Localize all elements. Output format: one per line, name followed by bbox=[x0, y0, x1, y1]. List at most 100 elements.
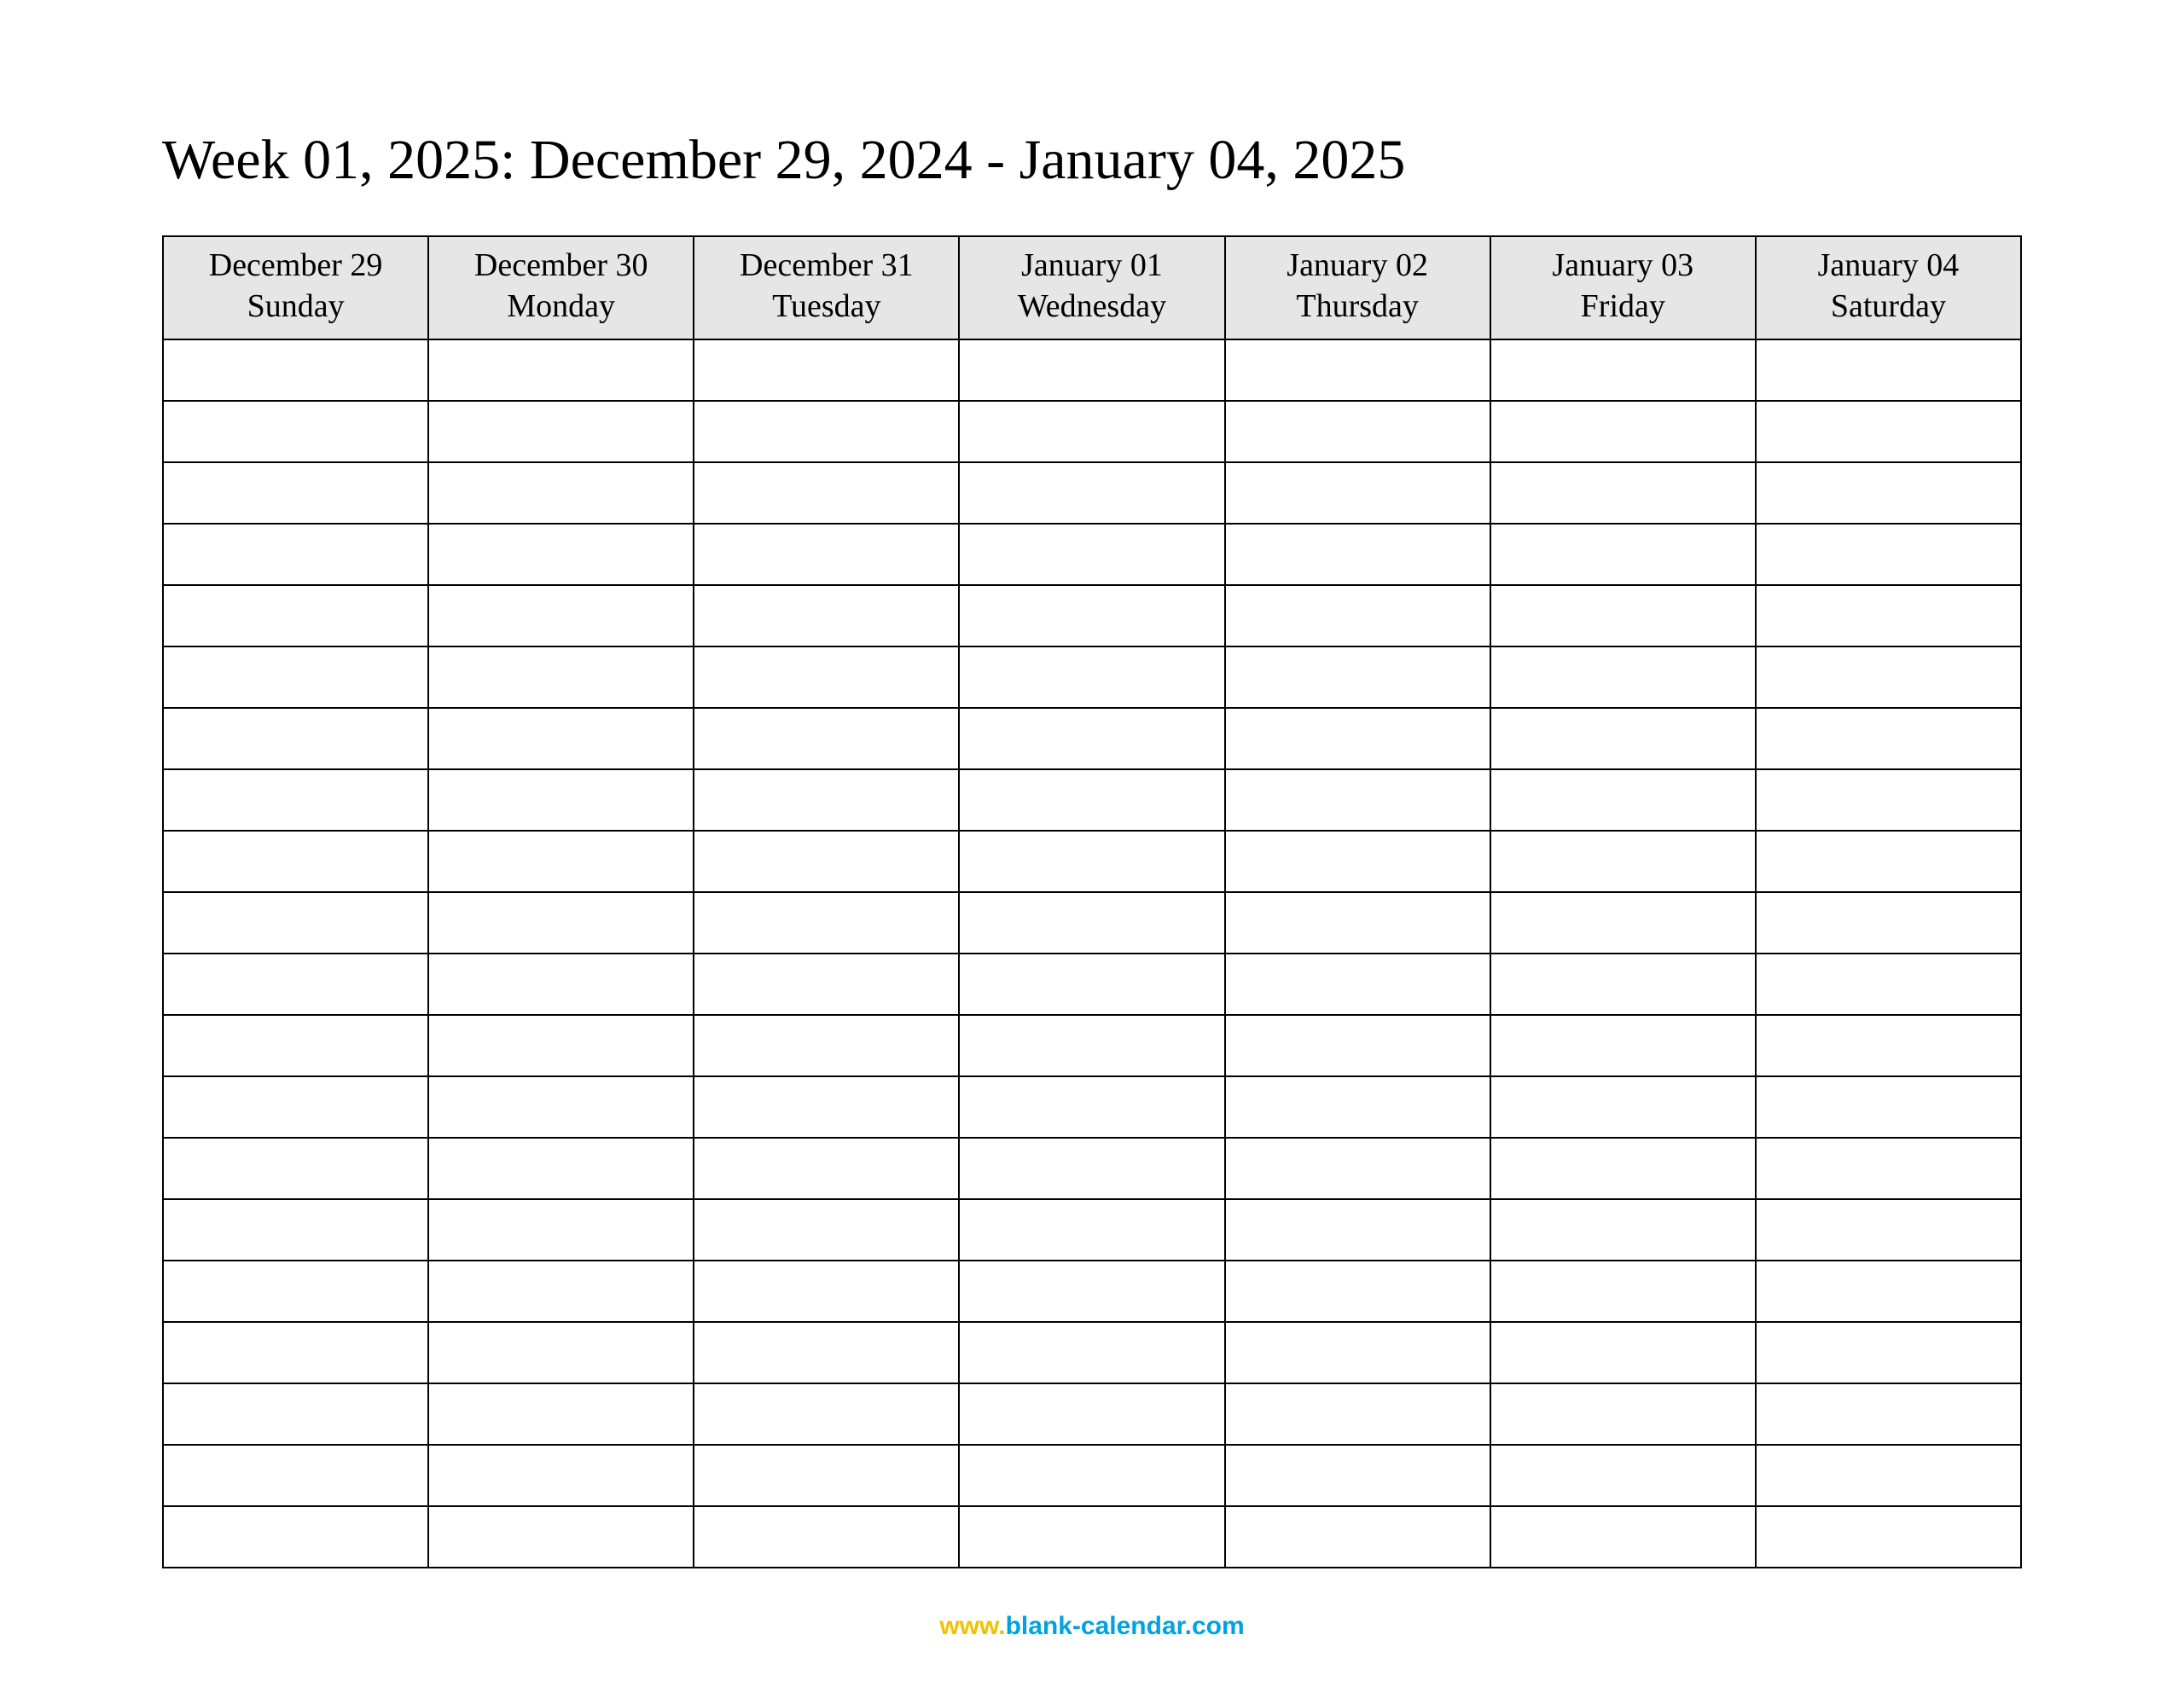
empty-cell[interactable] bbox=[959, 954, 1224, 1015]
empty-cell[interactable] bbox=[1225, 954, 1490, 1015]
empty-cell[interactable] bbox=[428, 1261, 694, 1322]
empty-cell[interactable] bbox=[1490, 1076, 1756, 1138]
empty-cell[interactable] bbox=[1490, 892, 1756, 954]
empty-cell[interactable] bbox=[428, 1506, 694, 1568]
empty-cell[interactable] bbox=[1490, 401, 1756, 462]
empty-cell[interactable] bbox=[959, 1261, 1224, 1322]
empty-cell[interactable] bbox=[1225, 1015, 1490, 1076]
empty-cell[interactable] bbox=[1490, 1138, 1756, 1199]
empty-cell[interactable] bbox=[1756, 1383, 2021, 1445]
empty-cell[interactable] bbox=[428, 401, 694, 462]
empty-cell[interactable] bbox=[1756, 1445, 2021, 1506]
empty-cell[interactable] bbox=[1756, 769, 2021, 831]
empty-cell[interactable] bbox=[163, 1199, 428, 1261]
empty-cell[interactable] bbox=[1225, 831, 1490, 892]
empty-cell[interactable] bbox=[694, 1445, 959, 1506]
empty-cell[interactable] bbox=[428, 892, 694, 954]
empty-cell[interactable] bbox=[1756, 524, 2021, 585]
empty-cell[interactable] bbox=[694, 954, 959, 1015]
empty-cell[interactable] bbox=[959, 646, 1224, 708]
empty-cell[interactable] bbox=[1490, 585, 1756, 646]
empty-cell[interactable] bbox=[163, 831, 428, 892]
empty-cell[interactable] bbox=[163, 1445, 428, 1506]
empty-cell[interactable] bbox=[1490, 831, 1756, 892]
empty-cell[interactable] bbox=[1225, 769, 1490, 831]
empty-cell[interactable] bbox=[163, 462, 428, 524]
empty-cell[interactable] bbox=[428, 954, 694, 1015]
empty-cell[interactable] bbox=[428, 1015, 694, 1076]
empty-cell[interactable] bbox=[163, 401, 428, 462]
empty-cell[interactable] bbox=[1490, 1506, 1756, 1568]
empty-cell[interactable] bbox=[694, 1015, 959, 1076]
empty-cell[interactable] bbox=[959, 339, 1224, 401]
empty-cell[interactable] bbox=[1490, 954, 1756, 1015]
empty-cell[interactable] bbox=[428, 1445, 694, 1506]
empty-cell[interactable] bbox=[694, 708, 959, 769]
empty-cell[interactable] bbox=[428, 524, 694, 585]
empty-cell[interactable] bbox=[694, 339, 959, 401]
empty-cell[interactable] bbox=[694, 1322, 959, 1383]
empty-cell[interactable] bbox=[694, 1261, 959, 1322]
empty-cell[interactable] bbox=[1490, 1383, 1756, 1445]
empty-cell[interactable] bbox=[959, 1445, 1224, 1506]
empty-cell[interactable] bbox=[1225, 708, 1490, 769]
empty-cell[interactable] bbox=[694, 401, 959, 462]
empty-cell[interactable] bbox=[1756, 892, 2021, 954]
empty-cell[interactable] bbox=[1490, 1445, 1756, 1506]
empty-cell[interactable] bbox=[163, 1138, 428, 1199]
empty-cell[interactable] bbox=[428, 462, 694, 524]
empty-cell[interactable] bbox=[1756, 1015, 2021, 1076]
empty-cell[interactable] bbox=[1225, 1322, 1490, 1383]
empty-cell[interactable] bbox=[1756, 1199, 2021, 1261]
empty-cell[interactable] bbox=[959, 1015, 1224, 1076]
empty-cell[interactable] bbox=[1225, 1445, 1490, 1506]
empty-cell[interactable] bbox=[428, 1383, 694, 1445]
empty-cell[interactable] bbox=[428, 1076, 694, 1138]
empty-cell[interactable] bbox=[163, 1322, 428, 1383]
empty-cell[interactable] bbox=[694, 646, 959, 708]
empty-cell[interactable] bbox=[1490, 1015, 1756, 1076]
empty-cell[interactable] bbox=[1756, 646, 2021, 708]
empty-cell[interactable] bbox=[428, 585, 694, 646]
empty-cell[interactable] bbox=[959, 524, 1224, 585]
empty-cell[interactable] bbox=[1490, 708, 1756, 769]
empty-cell[interactable] bbox=[1225, 646, 1490, 708]
empty-cell[interactable] bbox=[428, 831, 694, 892]
empty-cell[interactable] bbox=[694, 1138, 959, 1199]
empty-cell[interactable] bbox=[694, 1506, 959, 1568]
empty-cell[interactable] bbox=[959, 1383, 1224, 1445]
empty-cell[interactable] bbox=[959, 462, 1224, 524]
empty-cell[interactable] bbox=[1756, 1138, 2021, 1199]
empty-cell[interactable] bbox=[694, 831, 959, 892]
empty-cell[interactable] bbox=[163, 1261, 428, 1322]
empty-cell[interactable] bbox=[959, 1138, 1224, 1199]
empty-cell[interactable] bbox=[428, 646, 694, 708]
empty-cell[interactable] bbox=[959, 1076, 1224, 1138]
empty-cell[interactable] bbox=[1756, 585, 2021, 646]
empty-cell[interactable] bbox=[428, 1138, 694, 1199]
empty-cell[interactable] bbox=[1225, 1261, 1490, 1322]
empty-cell[interactable] bbox=[163, 708, 428, 769]
empty-cell[interactable] bbox=[1756, 1261, 2021, 1322]
empty-cell[interactable] bbox=[1490, 646, 1756, 708]
empty-cell[interactable] bbox=[1756, 1076, 2021, 1138]
empty-cell[interactable] bbox=[1225, 401, 1490, 462]
empty-cell[interactable] bbox=[163, 1015, 428, 1076]
empty-cell[interactable] bbox=[1225, 1506, 1490, 1568]
empty-cell[interactable] bbox=[163, 954, 428, 1015]
empty-cell[interactable] bbox=[694, 1199, 959, 1261]
empty-cell[interactable] bbox=[959, 831, 1224, 892]
empty-cell[interactable] bbox=[694, 585, 959, 646]
empty-cell[interactable] bbox=[1756, 339, 2021, 401]
empty-cell[interactable] bbox=[1490, 524, 1756, 585]
empty-cell[interactable] bbox=[959, 769, 1224, 831]
empty-cell[interactable] bbox=[959, 401, 1224, 462]
empty-cell[interactable] bbox=[163, 1076, 428, 1138]
empty-cell[interactable] bbox=[1225, 1383, 1490, 1445]
empty-cell[interactable] bbox=[1756, 1506, 2021, 1568]
empty-cell[interactable] bbox=[1225, 462, 1490, 524]
empty-cell[interactable] bbox=[1756, 831, 2021, 892]
empty-cell[interactable] bbox=[694, 769, 959, 831]
empty-cell[interactable] bbox=[1225, 892, 1490, 954]
empty-cell[interactable] bbox=[959, 1322, 1224, 1383]
